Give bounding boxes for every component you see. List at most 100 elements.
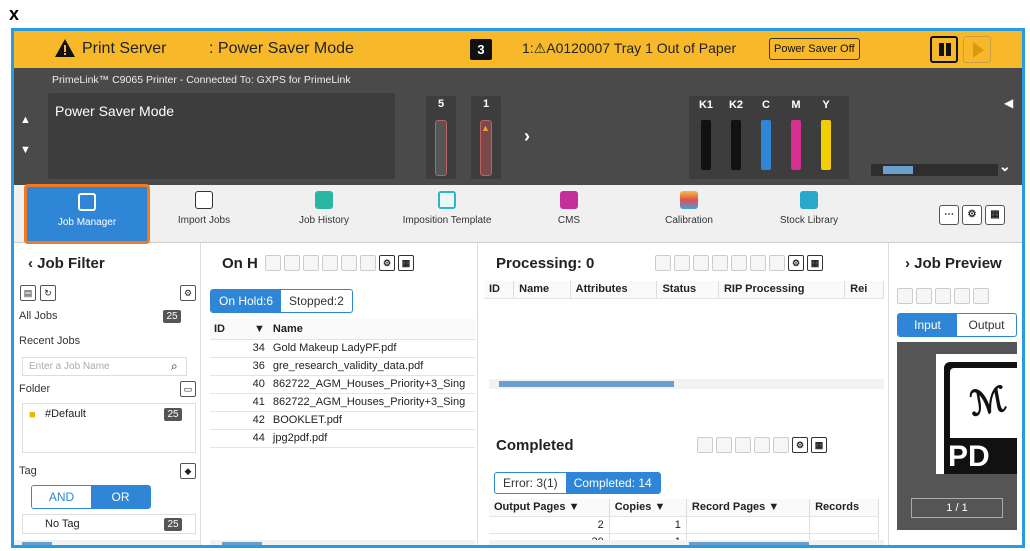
edit-icon[interactable] <box>773 437 789 453</box>
table-row[interactable]: 40 862722_AGM_Houses_Priority+3_Sing <box>210 375 475 394</box>
scroll-up-icon[interactable]: ▲ <box>20 114 31 126</box>
move-icon[interactable] <box>716 437 732 453</box>
nav-job-history[interactable]: Job History <box>284 185 364 243</box>
col-rip[interactable]: RIP Processing <box>718 281 846 299</box>
play-icon[interactable] <box>697 437 713 453</box>
tray-5[interactable]: 5 <box>426 96 456 179</box>
delete-icon[interactable] <box>750 255 766 271</box>
tag-icon[interactable]: ◆ <box>180 463 196 479</box>
nav-job-manager[interactable]: Job Manager <box>24 184 150 244</box>
job-preview-header[interactable]: › Job Preview <box>905 255 1002 272</box>
grid-icon[interactable] <box>954 288 970 304</box>
no-tag-row[interactable]: No Tag 25 <box>22 514 196 534</box>
grid-icon[interactable]: ▦ <box>811 437 827 453</box>
settings-icon[interactable]: ⚙ <box>379 255 395 271</box>
nav-import-jobs[interactable]: Import Jobs <box>164 185 244 243</box>
play-icon[interactable] <box>897 288 913 304</box>
collapse-left-icon[interactable]: ◀ <box>1004 96 1013 110</box>
table-row[interactable]: 36 gre_research_validity_data.pdf <box>210 357 475 376</box>
col-id[interactable]: ID <box>484 281 515 299</box>
or-option[interactable]: OR <box>91 486 150 508</box>
tab-stopped[interactable]: Stopped:2 <box>281 290 352 312</box>
copy-icon[interactable] <box>674 255 690 271</box>
add-folder-icon[interactable]: ▭ <box>180 381 196 397</box>
nav-stock-library[interactable]: Stock Library <box>764 185 854 243</box>
settings-icon[interactable]: ⚙ <box>788 255 804 271</box>
tab-error[interactable]: Error: 3(1) <box>495 473 566 493</box>
pages-icon[interactable] <box>916 288 932 304</box>
edit-icon[interactable] <box>360 255 376 271</box>
col-output-pages[interactable]: Output Pages ▼ <box>489 499 610 517</box>
search-icon[interactable]: ⌕ <box>171 359 178 374</box>
scroll-down-icon[interactable]: ▼ <box>20 144 31 156</box>
fit-icon[interactable] <box>973 288 989 304</box>
alert-count-badge[interactable]: 3 <box>470 39 492 60</box>
tab-on-hold[interactable]: On Hold:6 <box>211 290 282 312</box>
table-row[interactable]: 21 <box>489 516 879 534</box>
tab-input[interactable]: Input <box>898 314 957 336</box>
up-icon[interactable] <box>712 255 728 271</box>
grid-icon[interactable]: ▦ <box>807 255 823 271</box>
col-copies[interactable]: Copies ▼ <box>609 499 687 517</box>
job-filter-header[interactable]: ‹ Job Filter <box>28 255 105 272</box>
col-name[interactable]: Name <box>268 319 475 340</box>
chevron-left-icon[interactable]: ‹ <box>28 255 37 272</box>
nav-cms[interactable]: CMS <box>539 185 599 243</box>
col-status[interactable]: Status <box>656 281 719 299</box>
chevron-right-icon[interactable]: › <box>524 126 530 147</box>
printer-status-text: Power Saver Mode <box>55 103 175 119</box>
grid-icon[interactable]: ▦ <box>985 205 1005 225</box>
copy-icon[interactable] <box>735 437 751 453</box>
on-hold-scrollbar[interactable] <box>210 540 475 545</box>
col-id[interactable]: ID <box>210 319 250 340</box>
default-folder[interactable]: #Default <box>45 408 86 420</box>
table-row[interactable]: 44 jpg2pdf.pdf <box>210 429 475 448</box>
power-saver-off-button[interactable]: Power Saver Off <box>769 38 860 60</box>
table-row[interactable]: 34 Gold Makeup LadyPF.pdf <box>210 339 475 358</box>
job-filter-scrollbar[interactable] <box>14 540 200 545</box>
refresh-icon[interactable]: ↻ <box>40 285 56 301</box>
edit-icon[interactable] <box>769 255 785 271</box>
table-row[interactable]: 42 BOOKLET.pdf <box>210 411 475 430</box>
grid-icon[interactable]: ▦ <box>398 255 414 271</box>
col-rei[interactable]: Rei <box>844 281 884 299</box>
tray-1[interactable]: 1 ▲ <box>471 96 501 179</box>
and-or-toggle[interactable]: AND OR <box>31 485 151 509</box>
and-option[interactable]: AND <box>32 486 91 508</box>
col-name[interactable]: Name <box>513 281 571 299</box>
col-records[interactable]: Records <box>809 499 879 517</box>
print-icon[interactable] <box>322 255 338 271</box>
table-row[interactable]: 41 862722_AGM_Houses_Priority+3_Sing <box>210 393 475 412</box>
tab-completed[interactable]: Completed: 14 <box>565 473 660 493</box>
all-jobs-item[interactable]: All Jobs <box>19 310 58 322</box>
chevron-down-icon[interactable]: ⌄ <box>999 158 1011 175</box>
delete-icon[interactable] <box>754 437 770 453</box>
col-attributes[interactable]: Attributes <box>570 281 658 299</box>
completed-scrollbar[interactable] <box>489 540 884 545</box>
more-icon[interactable]: ⋯ <box>939 205 959 225</box>
col-record-pages[interactable]: Record Pages ▼ <box>686 499 811 517</box>
play-button[interactable] <box>963 36 991 63</box>
top-icon[interactable] <box>693 255 709 271</box>
copy-icon[interactable] <box>303 255 319 271</box>
undo-icon[interactable] <box>655 255 671 271</box>
tab-output[interactable]: Output <box>957 314 1016 336</box>
nav-calibration[interactable]: Calibration <box>649 185 729 243</box>
down-icon[interactable] <box>731 255 747 271</box>
toner-scrollbar[interactable] <box>871 164 998 176</box>
settings-icon[interactable]: ⚙ <box>792 437 808 453</box>
nav-imposition-template[interactable]: Imposition Template <box>392 185 502 243</box>
processing-scrollbar[interactable] <box>489 379 884 389</box>
delete-icon[interactable] <box>341 255 357 271</box>
filter-settings-icon[interactable]: ⚙ <box>180 285 196 301</box>
job-name-search-input[interactable]: Enter a Job Name <box>22 357 187 376</box>
error-message[interactable]: 1:⚠A0120007 Tray 1 Out of Paper <box>522 40 736 57</box>
filter-list-icon[interactable]: ▤ <box>20 285 36 301</box>
crop-icon[interactable] <box>935 288 951 304</box>
play-icon[interactable] <box>265 255 281 271</box>
move-icon[interactable] <box>284 255 300 271</box>
pause-button[interactable] <box>930 36 958 63</box>
close-x[interactable]: x <box>9 4 19 25</box>
filter-icon[interactable]: ▼ <box>250 319 269 340</box>
settings-icon[interactable]: ⚙ <box>962 205 982 225</box>
